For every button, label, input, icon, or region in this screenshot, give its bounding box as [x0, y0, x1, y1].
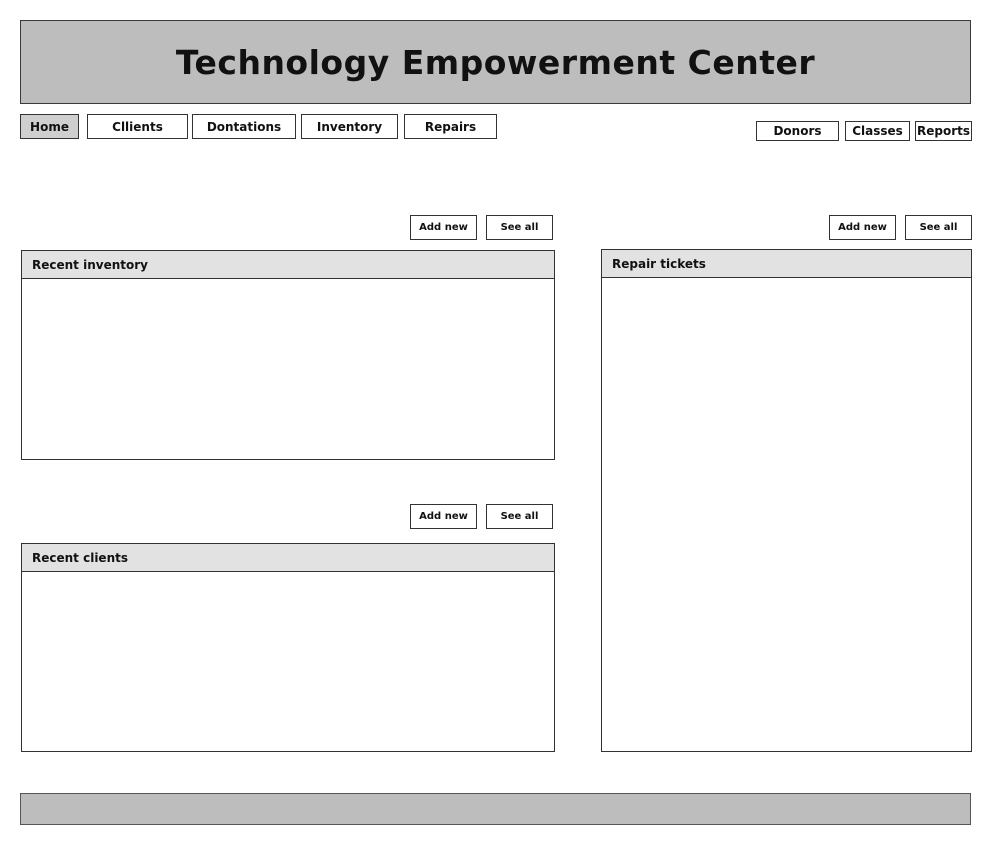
recent-inventory-panel: Recent inventory — [21, 250, 555, 460]
recent-clients-panel: Recent clients — [21, 543, 555, 752]
inventory-see-all-button[interactable]: See all — [486, 215, 553, 240]
nav-donations-button[interactable]: Dontations — [192, 114, 296, 139]
repairs-add-new-button[interactable]: Add new — [829, 215, 896, 240]
clients-see-all-button[interactable]: See all — [486, 504, 553, 529]
recent-inventory-header: Recent inventory — [22, 251, 554, 279]
nav-reports-button[interactable]: Reports — [915, 121, 972, 141]
app-header: Technology Empowerment Center — [20, 20, 971, 104]
nav-classes-button[interactable]: Classes — [845, 121, 910, 141]
repair-tickets-header: Repair tickets — [602, 250, 971, 278]
recent-clients-title: Recent clients — [32, 550, 128, 565]
repair-tickets-panel: Repair tickets — [601, 249, 972, 752]
nav-donors-button[interactable]: Donors — [756, 121, 839, 141]
recent-clients-header: Recent clients — [22, 544, 554, 572]
nav-home-button[interactable]: Home — [20, 114, 79, 139]
recent-inventory-title: Recent inventory — [32, 257, 148, 272]
nav-repairs-button[interactable]: Repairs — [404, 114, 497, 139]
repair-tickets-title: Repair tickets — [612, 256, 706, 271]
clients-add-new-button[interactable]: Add new — [410, 504, 477, 529]
inventory-add-new-button[interactable]: Add new — [410, 215, 477, 240]
app-title: Technology Empowerment Center — [175, 42, 816, 82]
nav-clients-button[interactable]: Cllients — [87, 114, 188, 139]
footer-bar — [20, 793, 971, 825]
nav-inventory-button[interactable]: Inventory — [301, 114, 398, 139]
repairs-see-all-button[interactable]: See all — [905, 215, 972, 240]
